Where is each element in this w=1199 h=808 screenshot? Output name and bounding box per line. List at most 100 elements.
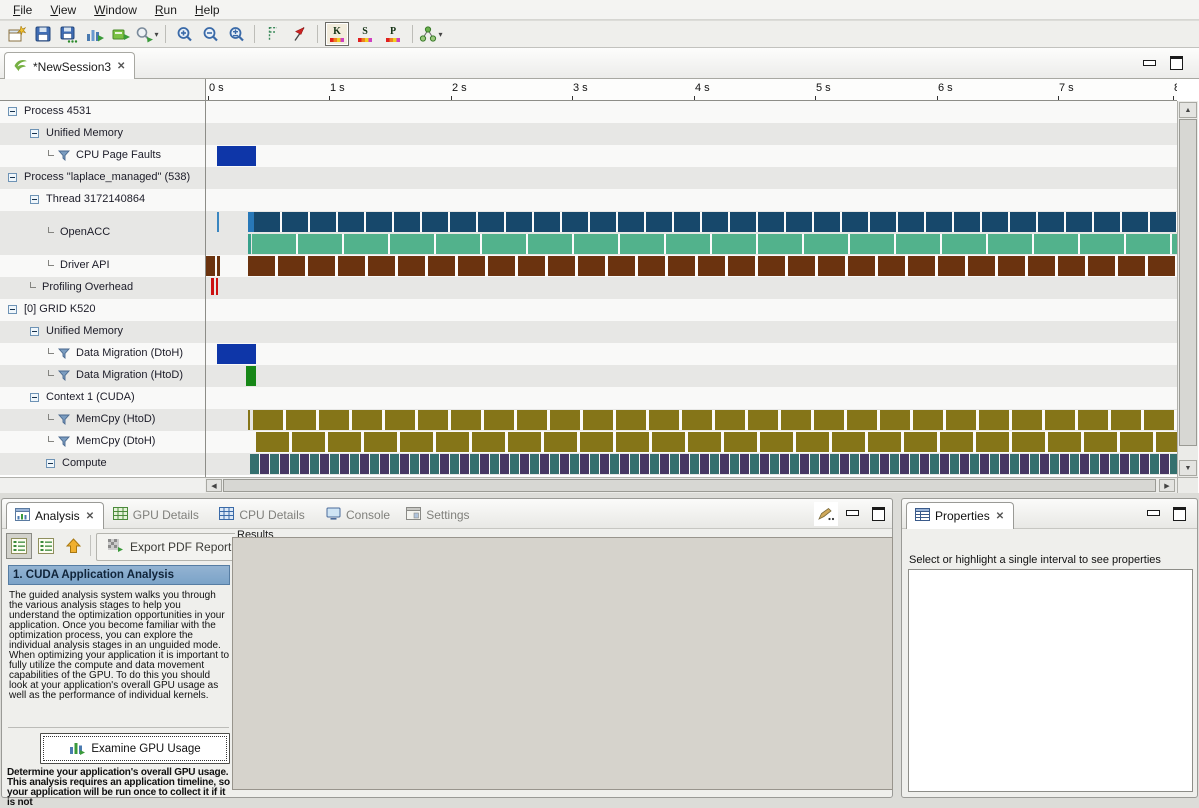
tab-analysis[interactable]: Analysis✕ xyxy=(6,502,104,529)
timeline-row-unified-memory[interactable]: Unified Memory xyxy=(0,123,205,145)
timeline-row-data-migration-htod-lane[interactable] xyxy=(206,365,1177,387)
tab-gpu-details[interactable]: GPU Details xyxy=(105,502,207,528)
close-icon[interactable]: ✕ xyxy=(85,511,95,522)
interval-bar[interactable] xyxy=(248,410,250,430)
interval-bar[interactable] xyxy=(216,278,218,295)
timeline-row-cpu-page-faults-lane[interactable] xyxy=(206,145,1177,167)
menu-window[interactable]: Window xyxy=(85,1,146,19)
unguided-analysis-mode-button[interactable] xyxy=(33,533,59,559)
vertical-scrollbar[interactable]: ▲ ▼ xyxy=(1177,101,1198,477)
vscroll-thumb[interactable] xyxy=(1179,119,1197,446)
analysis-tree-icon[interactable]: ▾ xyxy=(418,22,444,46)
process-coloring-button[interactable]: P xyxy=(381,22,405,46)
scroll-left-button[interactable]: ◀ xyxy=(206,479,222,492)
dropdown-caret-icon[interactable]: ▾ xyxy=(438,30,442,39)
expand-collapse-icon[interactable] xyxy=(30,393,39,402)
timeline-canvas[interactable] xyxy=(205,101,1177,477)
menu-run[interactable]: Run xyxy=(146,1,186,19)
filter-icon[interactable] xyxy=(58,348,70,362)
horizontal-scrollbar[interactable]: ◀ ▶ xyxy=(205,477,1177,493)
timeline-row-profiling-overhead[interactable]: Profiling Overhead xyxy=(0,277,205,299)
maximize-panel-button[interactable] xyxy=(1173,507,1186,521)
expand-collapse-icon[interactable] xyxy=(46,459,55,468)
timeline-row-process-laplace-managed-538[interactable]: Process "laplace_managed" (538) xyxy=(0,167,205,189)
timeline-row-openacc-lane[interactable] xyxy=(206,211,1177,255)
timeline-row-thread-3172140864[interactable]: Thread 3172140864 xyxy=(0,189,205,211)
timeline-row-0-grid-k520[interactable]: [0] GRID K520 xyxy=(0,299,205,321)
timeline-row-cpu-page-faults[interactable]: CPU Page Faults xyxy=(0,145,205,167)
filter-icon[interactable] xyxy=(58,370,70,384)
timeline-row-memcpy-htod[interactable]: MemCpy (HtoD) xyxy=(0,409,205,431)
tab-console[interactable]: Console xyxy=(318,502,398,528)
expand-collapse-icon[interactable] xyxy=(30,195,39,204)
timeline-row-context-1-cuda-lane[interactable] xyxy=(206,387,1177,409)
interval-bar[interactable] xyxy=(256,432,1177,452)
timeline-row-data-migration-dtoh-lane[interactable] xyxy=(206,343,1177,365)
maximize-panel-button[interactable] xyxy=(872,507,885,521)
timeline-row-thread-3172140864-lane[interactable] xyxy=(206,189,1177,211)
close-icon[interactable]: ✕ xyxy=(995,511,1005,522)
interval-bar[interactable] xyxy=(217,344,256,364)
guided-analysis-mode-button[interactable] xyxy=(6,533,32,559)
tab-cpu-details[interactable]: CPU Details xyxy=(211,502,312,528)
filter-icon[interactable] xyxy=(58,150,70,164)
timeline-row-memcpy-dtoh[interactable]: MemCpy (DtoH) xyxy=(0,431,205,453)
interval-bar[interactable] xyxy=(217,212,219,232)
timeline-row-memcpy-htod-lane[interactable] xyxy=(206,409,1177,431)
marker-flag-icon[interactable] xyxy=(286,22,312,46)
save-all-icon[interactable] xyxy=(56,22,82,46)
timeline-row-process-4531[interactable]: Process 4531 xyxy=(0,101,205,123)
tab-settings[interactable]: Settings xyxy=(398,502,477,528)
timeline-row-openacc[interactable]: OpenACC xyxy=(0,211,205,255)
minimize-panel-button[interactable] xyxy=(846,510,859,516)
interval-bar[interactable] xyxy=(252,234,1177,254)
scroll-up-button[interactable]: ▲ xyxy=(1179,102,1197,118)
dropdown-caret-icon[interactable]: ▾ xyxy=(154,30,158,39)
examine-gpu-usage-button[interactable]: Examine GPU Usage xyxy=(40,733,230,764)
interval-bar[interactable] xyxy=(211,278,214,295)
kernel-coloring-button[interactable]: K xyxy=(325,22,349,46)
view-menu-pencil-icon[interactable] xyxy=(814,502,838,526)
timeline-row-driver-api[interactable]: Driver API xyxy=(0,255,205,277)
interval-bar[interactable] xyxy=(217,146,256,166)
hscroll-thumb[interactable] xyxy=(223,479,1156,492)
zoom-fit-icon[interactable] xyxy=(223,22,249,46)
tab-properties[interactable]: Properties ✕ xyxy=(906,502,1014,529)
expand-collapse-icon[interactable] xyxy=(8,173,17,182)
timeline-row-profiling-overhead-lane[interactable] xyxy=(206,277,1177,299)
timeline-row-0-grid-k520-lane[interactable] xyxy=(206,299,1177,321)
close-icon[interactable]: ✕ xyxy=(116,61,126,72)
menu-view[interactable]: View xyxy=(41,1,85,19)
timeline-row-context-1-cuda[interactable]: Context 1 (CUDA) xyxy=(0,387,205,409)
expand-collapse-icon[interactable] xyxy=(8,107,17,116)
back-up-analysis-button[interactable] xyxy=(60,533,86,559)
interval-bar[interactable] xyxy=(250,454,1177,474)
show-timeline-icon[interactable] xyxy=(108,22,134,46)
expand-collapse-icon[interactable] xyxy=(30,129,39,138)
zoom-out-icon[interactable] xyxy=(197,22,223,46)
timeline-row-data-migration-dtoh[interactable]: Data Migration (DtoH) xyxy=(0,343,205,365)
filter-icon[interactable] xyxy=(58,414,70,428)
scroll-right-button[interactable]: ▶ xyxy=(1159,479,1175,492)
profile-application-icon[interactable] xyxy=(82,22,108,46)
minimize-view-button[interactable] xyxy=(1143,60,1156,66)
expand-collapse-icon[interactable] xyxy=(8,305,17,314)
interval-bar[interactable] xyxy=(217,256,220,276)
timeline-row-unified-memory-lane[interactable] xyxy=(206,123,1177,145)
timeline-row-process-4531-lane[interactable] xyxy=(206,101,1177,123)
minimize-panel-button[interactable] xyxy=(1147,510,1160,516)
marker-start-icon[interactable] xyxy=(260,22,286,46)
interval-bar[interactable] xyxy=(254,212,1177,232)
time-ruler[interactable]: 0 s1 s2 s3 s4 s5 s6 s7 s8 xyxy=(205,79,1177,101)
filter-icon[interactable] xyxy=(58,436,70,450)
interval-bar[interactable] xyxy=(253,410,1177,430)
export-pdf-report-button[interactable]: Export PDF Report xyxy=(96,533,242,561)
timeline-row-unified-memory[interactable]: Unified Memory xyxy=(0,321,205,343)
timeline-row-memcpy-dtoh-lane[interactable] xyxy=(206,431,1177,453)
timeline-row-process-laplace-managed-538-lane[interactable] xyxy=(206,167,1177,189)
new-session-icon[interactable] xyxy=(4,22,30,46)
expand-collapse-icon[interactable] xyxy=(30,327,39,336)
interval-bar[interactable] xyxy=(206,256,215,276)
maximize-view-button[interactable] xyxy=(1170,56,1183,70)
search-icon[interactable]: ▾ xyxy=(134,22,160,46)
